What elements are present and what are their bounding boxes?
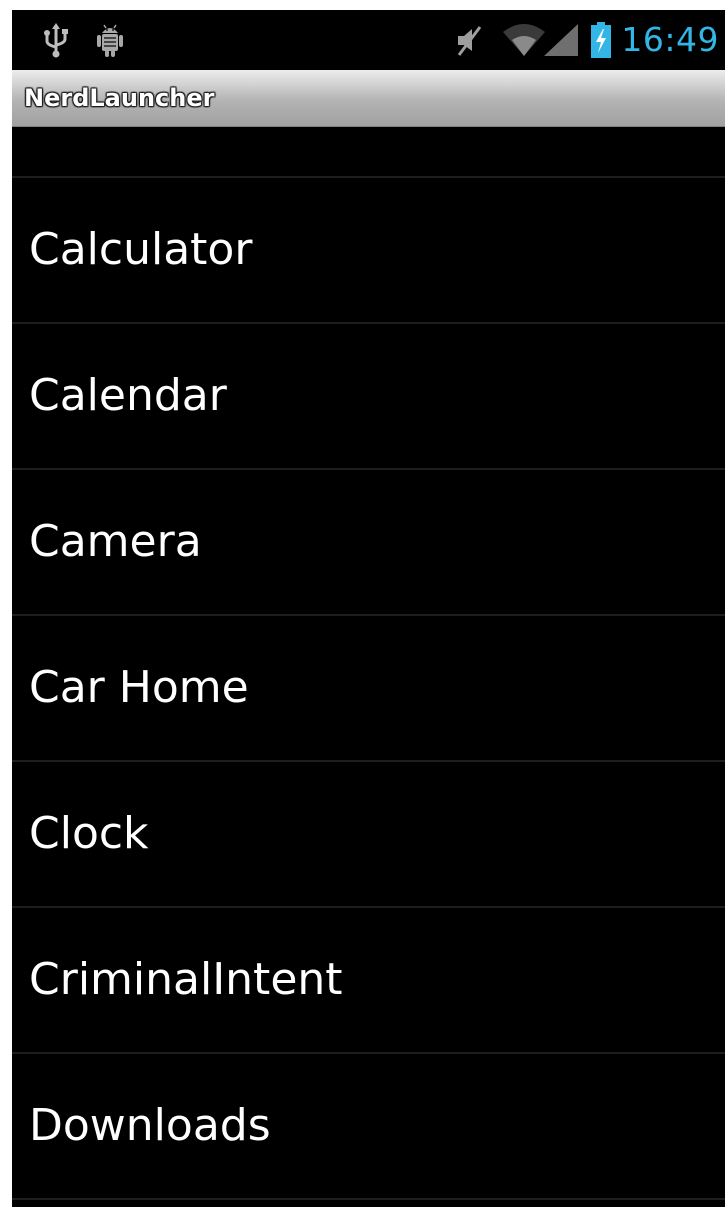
list-item-label: Clock (29, 808, 149, 859)
list-item-camera[interactable]: Camera (12, 470, 725, 616)
list-item-calendar[interactable]: Calendar (12, 324, 725, 470)
list-item-calculator[interactable]: Calculator (12, 178, 725, 324)
list-item-label: Calculator (29, 224, 253, 275)
app-title: NerdLauncher (24, 84, 215, 112)
app-list[interactable]: Calculator Calendar Camera Car Home Cloc… (12, 127, 725, 1207)
signal-icon (544, 24, 578, 56)
list-item-clock[interactable]: Clock (12, 762, 725, 908)
list-top-partial-row (12, 127, 725, 178)
battery-charging-icon (591, 22, 611, 58)
wifi-icon (503, 24, 545, 56)
list-item-criminalintent[interactable]: CriminalIntent (12, 908, 725, 1054)
android-debug-icon (97, 24, 123, 57)
list-item-label: Calendar (29, 370, 227, 421)
list-item-downloads[interactable]: Downloads (12, 1054, 725, 1200)
status-bar: 16:49 (12, 10, 725, 70)
action-title-bar: NerdLauncher (12, 70, 725, 127)
list-item-car-home[interactable]: Car Home (12, 616, 725, 762)
status-time: 16:49 (621, 20, 719, 59)
list-item-label: Camera (29, 516, 202, 567)
list-item-label: CriminalIntent (29, 954, 343, 1005)
device-screen: 16:49 NerdLauncher Calculator Calendar C… (12, 10, 725, 1207)
list-item-label: Car Home (29, 662, 249, 713)
usb-icon (44, 23, 68, 58)
list-item-label: Downloads (29, 1100, 271, 1151)
mute-icon (457, 26, 482, 56)
